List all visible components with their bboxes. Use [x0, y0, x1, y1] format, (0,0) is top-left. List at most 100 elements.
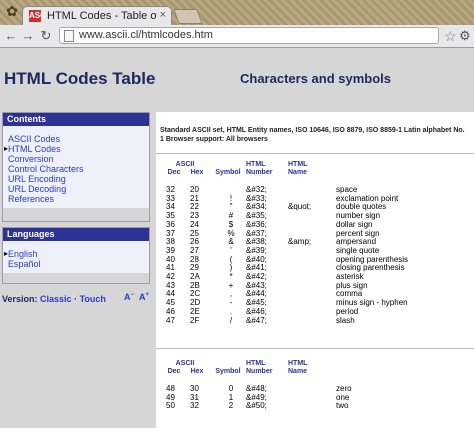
- tab-title: HTML Codes - Table of a: [47, 10, 157, 22]
- font-smaller-button[interactable]: A−: [124, 292, 134, 302]
- cell-dec: 46: [166, 306, 175, 316]
- cell-hex: 29: [190, 263, 199, 273]
- languages-heading: Languages: [3, 228, 149, 241]
- contents-heading: Contents: [3, 113, 149, 126]
- sidebar-item-conversion[interactable]: Conversion: [8, 154, 144, 164]
- cell-dec: 44: [166, 289, 175, 299]
- cell-dec: 37: [166, 228, 175, 238]
- cell-desc: period: [336, 306, 359, 316]
- sidebar-item-html-codes[interactable]: HTML Codes: [8, 144, 144, 154]
- cell-name: &amp;: [288, 237, 312, 247]
- cell-sym: 1: [228, 392, 234, 402]
- col-header-symbol: Symbol: [215, 368, 241, 375]
- cell-desc: opening parenthesis: [336, 254, 409, 264]
- cell-desc: plus sign: [336, 280, 368, 290]
- contents-box: Contents ASCII CodesHTML CodesConversion…: [2, 112, 150, 222]
- cell-dec: 32: [166, 185, 175, 194]
- col-header-ascii: ASCII: [175, 161, 195, 168]
- font-larger-button[interactable]: A+: [139, 292, 149, 302]
- sidebar-item-control-characters[interactable]: Control Characters: [8, 164, 144, 174]
- cell-num: &#47;: [246, 315, 267, 325]
- col-header-html-name: HTML Name: [288, 360, 308, 375]
- cell-sym: %: [227, 228, 235, 238]
- cell-hex: 2C: [190, 289, 201, 299]
- main-content: Standard ASCII set, HTML Entity names, I…: [156, 112, 474, 428]
- address-bar[interactable]: www.ascii.cl/htmlcodes.htm: [59, 27, 439, 44]
- cell-desc: zero: [336, 384, 352, 393]
- cell-dec: 48: [166, 384, 175, 393]
- cell-sym: &: [228, 237, 234, 247]
- col-header-ascii: ASCII: [175, 360, 195, 367]
- version-classic-link[interactable]: Classic: [40, 294, 72, 304]
- cell-desc: asterisk: [336, 272, 364, 281]
- cell-hex: 23: [190, 211, 199, 221]
- browser-tab-strip: ✿ ASC HTML Codes - Table of a ×: [0, 0, 474, 25]
- version-separator: ·: [74, 294, 78, 304]
- bookmark-star-icon[interactable]: ☆: [444, 28, 457, 45]
- cell-num: &#43;: [246, 280, 267, 290]
- sidebar-item-ascii-codes[interactable]: ASCII Codes: [8, 134, 144, 144]
- browser-tab[interactable]: ASC HTML Codes - Table of a ×: [22, 6, 172, 25]
- cell-sym: $: [228, 219, 234, 229]
- divider: [156, 348, 474, 349]
- cell-dec: 42: [166, 272, 175, 281]
- wrench-menu-icon[interactable]: ⚙: [459, 28, 471, 44]
- cell-name: &quot;: [288, 202, 312, 212]
- cell-hex: 27: [190, 245, 199, 255]
- back-icon[interactable]: ←: [3, 28, 19, 44]
- col-header-hex: Hex: [190, 368, 204, 375]
- version-switch: Version: Classic · Touch: [2, 294, 106, 304]
- cell-sym: +: [228, 280, 234, 290]
- toolbar: ← → ↻ www.ascii.cl/htmlcodes.htm ☆ ⚙: [0, 25, 474, 48]
- cell-num: &#34;: [246, 202, 267, 212]
- cell-desc: slash: [336, 315, 355, 325]
- sidebar-item-url-decoding[interactable]: URL Decoding: [8, 184, 144, 194]
- cell-desc: single quote: [336, 245, 380, 255]
- cell-hex: 30: [190, 384, 199, 393]
- cell-dec: 36: [166, 219, 175, 229]
- window-menu-icon[interactable]: ✿: [4, 3, 20, 19]
- new-tab-button[interactable]: [173, 9, 203, 24]
- language-english[interactable]: English: [8, 249, 144, 259]
- col-header-symbol: Symbol: [215, 169, 241, 176]
- version-label: Version:: [2, 294, 38, 304]
- sidebar-item-url-encoding[interactable]: URL Encoding: [8, 174, 144, 184]
- divider: [156, 153, 474, 154]
- sidebar-item-references[interactable]: References: [8, 194, 144, 204]
- cell-sym: /: [229, 315, 233, 325]
- cell-dec: 49: [166, 392, 175, 402]
- cell-num: &#44;: [246, 289, 267, 299]
- cell-dec: 34: [166, 202, 175, 212]
- favicon-icon: ASC: [29, 10, 46, 22]
- cell-sym: ': [230, 245, 232, 255]
- cell-sym: ": [229, 202, 233, 212]
- cell-hex: 32: [190, 401, 199, 411]
- version-touch-link[interactable]: Touch: [80, 294, 106, 304]
- page-subtitle: Characters and symbols: [240, 71, 392, 86]
- cell-hex: 20: [190, 185, 199, 194]
- cell-num: &#33;: [246, 193, 267, 203]
- col-header-dec: Dec: [167, 169, 181, 176]
- cell-hex: 22: [190, 202, 199, 212]
- cell-num: &#49;: [246, 392, 267, 402]
- reload-icon[interactable]: ↻: [38, 28, 54, 44]
- cell-dec: 47: [166, 315, 175, 325]
- cell-desc: dollar sign: [336, 219, 373, 229]
- cell-hex: 31: [190, 392, 199, 402]
- cell-num: &#48;: [246, 384, 267, 393]
- cell-sym: #: [228, 211, 234, 221]
- cell-sym: ): [229, 263, 233, 273]
- cell-hex: 2D: [190, 298, 201, 308]
- close-tab-icon[interactable]: ×: [160, 9, 166, 21]
- language-espanol[interactable]: Español: [8, 259, 144, 269]
- page-title: HTML Codes Table: [4, 69, 156, 88]
- page-content: HTML Codes Table Characters and symbols …: [0, 48, 474, 428]
- cell-hex: 2A: [190, 272, 200, 281]
- cell-num: &#36;: [246, 219, 267, 229]
- cell-hex: 2E: [190, 306, 200, 316]
- cell-sym: 2: [228, 401, 234, 411]
- cell-desc: minus sign - hyphen: [336, 298, 408, 308]
- cell-sym: 0: [228, 384, 234, 393]
- cell-desc: ampersand: [336, 237, 377, 247]
- forward-icon[interactable]: →: [20, 28, 36, 44]
